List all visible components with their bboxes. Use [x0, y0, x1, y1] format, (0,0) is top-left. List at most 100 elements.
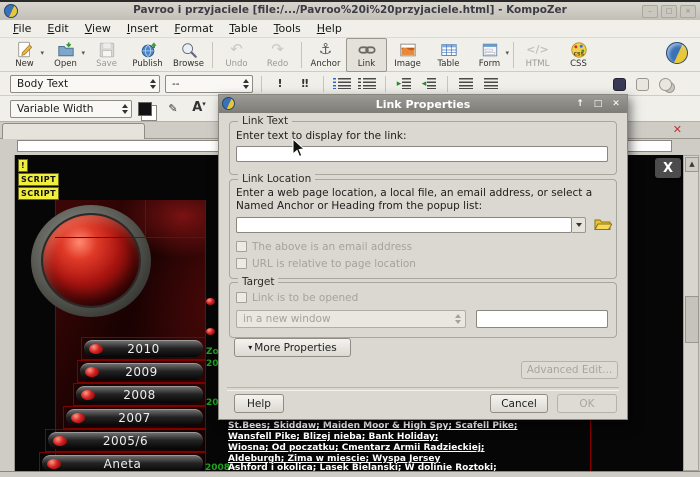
relative-url-checkbox[interactable] [236, 258, 247, 269]
green-link-fragment[interactable]: Zo [206, 347, 219, 357]
menu-help[interactable]: Help [310, 21, 349, 36]
form-button[interactable]: Form ▾ [469, 38, 510, 72]
dialog-rollup-icon[interactable]: ↑ [573, 98, 587, 110]
html-button[interactable]: </> HTML [517, 38, 558, 72]
css-button[interactable]: css CSS [558, 38, 599, 72]
menu-tools[interactable]: Tools [267, 21, 308, 36]
help-button[interactable]: Help [234, 394, 284, 413]
new-button[interactable]: New ▾ [4, 38, 45, 72]
bullet-list-button[interactable] [357, 75, 377, 93]
text-color-swatch[interactable] [138, 102, 152, 116]
window-bottom-edge [0, 471, 700, 477]
emphasis-icon: ! [277, 77, 282, 90]
css-badge-text: css [573, 51, 584, 57]
format-toolbar: Body Text -- ! ‼ ▸ ◂ [0, 72, 700, 96]
menu-format[interactable]: Format [167, 21, 220, 36]
menu-view[interactable]: View [78, 21, 118, 36]
font-select[interactable]: Variable Width [10, 100, 132, 118]
link-location-label: Enter a web page location, a local file,… [236, 187, 608, 213]
link-button[interactable]: Link [346, 38, 387, 72]
align-left-button[interactable] [456, 75, 476, 93]
email-checkbox[interactable] [236, 241, 247, 252]
bullet-list-icon [358, 78, 361, 89]
minimize-button[interactable]: – [642, 5, 658, 18]
save-button[interactable]: Save [86, 38, 127, 72]
main-toolbar: New ▾ Open ▾ Save Publish Browse ↶ Undo … [0, 38, 700, 72]
more-properties-button[interactable]: ▾ More Properties [234, 338, 351, 357]
paragraph-format-select[interactable]: Body Text [10, 75, 160, 93]
location-dropdown-button[interactable] [572, 217, 586, 233]
open-dropdown-caret[interactable]: ▾ [81, 49, 85, 57]
nav-row-2007[interactable]: 2007 [63, 406, 206, 429]
nav-row-2010[interactable]: 2010 [81, 337, 206, 360]
table-button[interactable]: Table [428, 38, 469, 72]
script-marker-badge[interactable]: SCRIPT [18, 187, 59, 200]
red-bullet-icon [53, 436, 67, 446]
advanced-edit-button[interactable]: Advanced Edit... [521, 361, 618, 379]
indent-icon: ▸ [397, 79, 402, 89]
page-link-line[interactable]: Wiosna; Od poczatku; Cmentarz Armii Radz… [228, 443, 485, 453]
email-checkbox-label: The above is an email address [252, 241, 412, 253]
redo-button[interactable]: ↷ Redo [257, 38, 298, 72]
layer-outline-icon[interactable] [636, 78, 649, 91]
paragraph-format-value: Body Text [17, 78, 68, 90]
align-right-button[interactable] [481, 75, 501, 93]
choose-file-button[interactable] [594, 216, 612, 234]
publish-button[interactable]: Publish [127, 38, 168, 72]
open-link-checkbox[interactable] [236, 292, 247, 303]
scroll-up-icon[interactable]: ▲ [685, 157, 699, 172]
scrollbar-thumb[interactable] [685, 296, 699, 343]
menu-edit[interactable]: Edit [40, 21, 75, 36]
nav-row-aneta[interactable]: Aneta [39, 452, 206, 471]
menu-table[interactable]: Table [222, 21, 264, 36]
outdent-button[interactable]: ◂ [419, 75, 439, 93]
link-location-input[interactable] [236, 217, 572, 233]
indent-button[interactable]: ▸ [394, 75, 414, 93]
relative-url-checkbox-label: URL is relative to page location [252, 258, 416, 270]
target-window-value: in a new window [243, 313, 331, 325]
menu-file[interactable]: File [6, 21, 38, 36]
close-button[interactable]: × [680, 5, 696, 18]
anchor-button[interactable]: ⚓ Anchor [305, 38, 346, 72]
image-button[interactable]: Image [387, 38, 428, 72]
document-tab[interactable] [2, 123, 145, 139]
new-dropdown-caret[interactable]: ▾ [40, 49, 44, 57]
vertical-scrollbar[interactable]: ▲ [683, 155, 699, 471]
target-name-input[interactable] [476, 310, 608, 328]
dialog-maximize-icon[interactable]: □ [591, 98, 605, 110]
nav-row-2008[interactable]: 2008 [73, 383, 206, 406]
cancel-button[interactable]: Cancel [490, 394, 548, 413]
target-window-select[interactable]: in a new window [236, 310, 466, 328]
decrease-font-button[interactable]: A▾ [189, 100, 209, 118]
alert-marker-badge[interactable]: ! [18, 159, 28, 172]
numbered-list-button[interactable] [332, 75, 352, 93]
ok-button[interactable]: OK [557, 394, 617, 413]
class-select[interactable]: -- [165, 75, 253, 93]
select-spinner-icon [122, 104, 128, 114]
page-link-line[interactable]: Wansfell Pike; Blizej nieba; Bank Holida… [228, 432, 439, 442]
undo-button[interactable]: ↶ Undo [216, 38, 257, 72]
nav-row-2005-6[interactable]: 2005/6 [45, 429, 206, 452]
highlight-pencil-button[interactable]: ✎ [163, 100, 183, 118]
script-marker-badge[interactable]: SCRIPT [18, 173, 59, 186]
page-link-line[interactable]: Ashford i okolica; Lasek Bielanski; W do… [228, 463, 497, 471]
table-border-line [55, 237, 206, 238]
browse-button[interactable]: Browse [168, 38, 209, 72]
maximize-button[interactable]: □ [661, 5, 677, 18]
dialog-titlebar[interactable]: Link Properties ↑ □ ✕ [219, 95, 627, 113]
strong-emphasis-button[interactable]: ‼ [295, 75, 315, 93]
dialog-close-icon[interactable]: ✕ [609, 98, 623, 110]
nav-row-2009[interactable]: 2009 [77, 360, 206, 383]
emphasis-button[interactable]: ! [270, 75, 290, 93]
red-round-button-graphic[interactable] [41, 213, 141, 308]
green-link-fragment[interactable]: 20 [206, 359, 219, 369]
layers-group-icon[interactable] [659, 78, 672, 91]
menu-insert[interactable]: Insert [120, 21, 166, 36]
form-dropdown-caret[interactable]: ▾ [505, 49, 509, 57]
missing-image-placeholder[interactable]: X [655, 158, 681, 178]
tab-close-icon[interactable]: ✕ [673, 124, 682, 136]
link-text-label: Enter text to display for the link: [236, 130, 407, 142]
layer-solid-icon[interactable] [613, 78, 626, 91]
page-link-line[interactable]: St.Bees; Skiddaw; Maiden Moor & High Spy… [228, 421, 517, 431]
open-button[interactable]: Open ▾ [45, 38, 86, 72]
